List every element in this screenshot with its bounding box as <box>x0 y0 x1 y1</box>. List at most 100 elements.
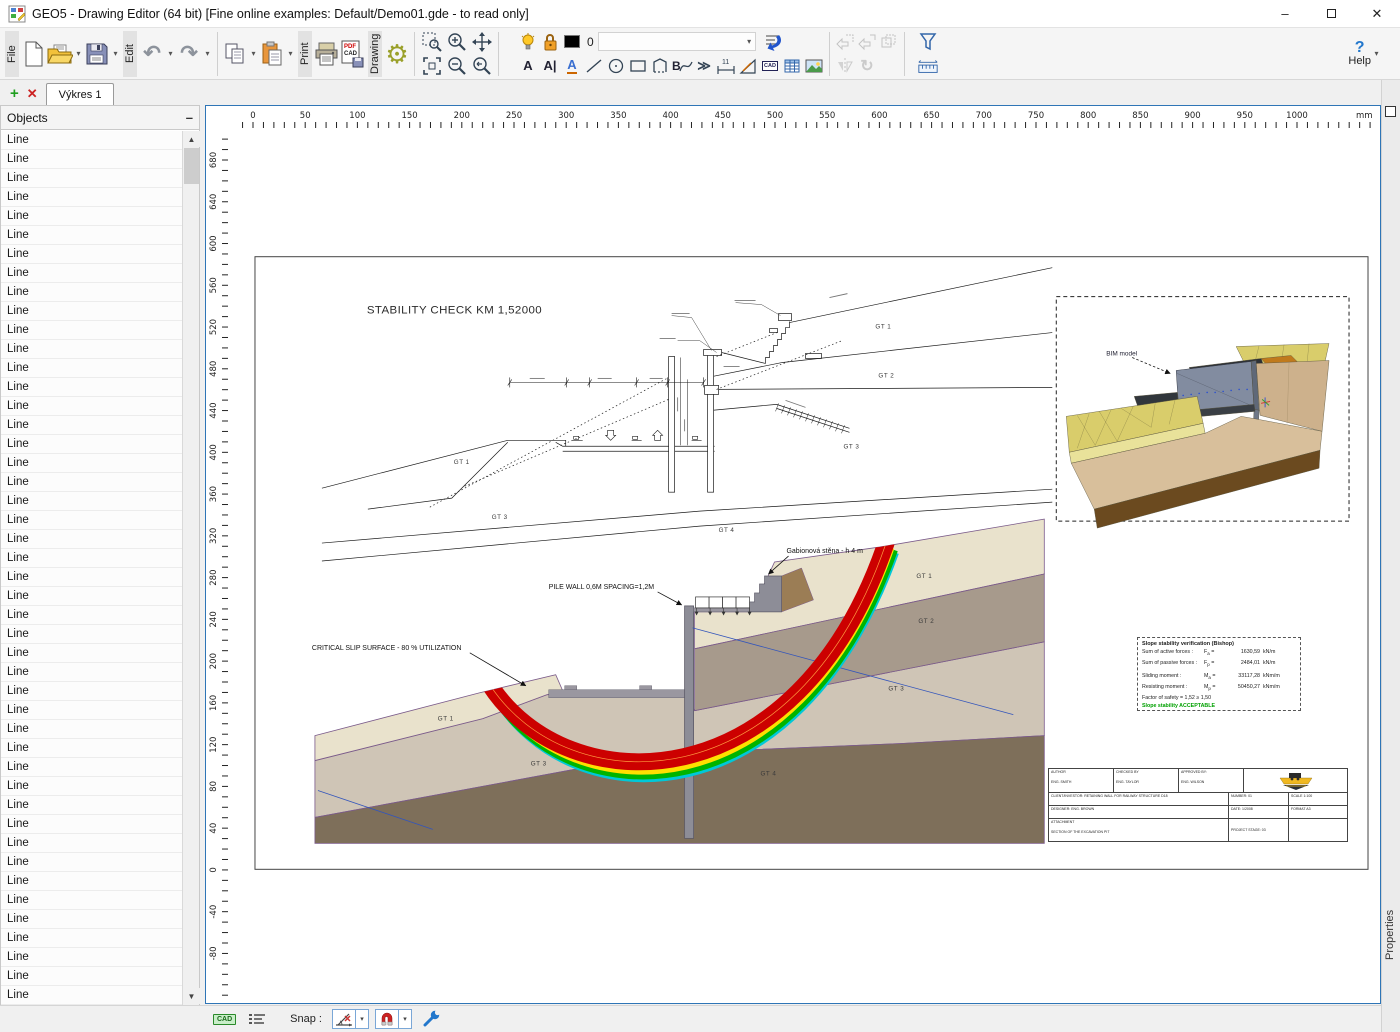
cad-status-icon[interactable]: CAD <box>213 1013 237 1025</box>
line-tool-button[interactable] <box>583 55 605 77</box>
list-item[interactable]: Line <box>1 777 183 796</box>
list-item[interactable]: Line <box>1 815 183 834</box>
list-item[interactable]: Line <box>1 264 183 283</box>
polygon-tool-button[interactable] <box>649 55 671 77</box>
list-item[interactable]: Line <box>1 435 183 454</box>
help-button[interactable]: ? Help <box>1348 40 1371 68</box>
help-dropdown[interactable]: ▾ <box>1371 49 1382 58</box>
maximize-button[interactable] <box>1308 0 1354 28</box>
text-tool-button[interactable]: A <box>517 55 539 77</box>
paste-button[interactable] <box>259 32 285 76</box>
list-item[interactable]: Line <box>1 929 183 948</box>
list-item[interactable]: Line <box>1 967 183 986</box>
save-button[interactable] <box>84 32 110 76</box>
copy-dropdown[interactable]: ▾ <box>248 49 259 58</box>
style-combo-dropdown[interactable]: ▾ <box>744 37 755 46</box>
copy-objects-button[interactable] <box>834 31 856 53</box>
visibility-button[interactable] <box>517 31 539 53</box>
panel-toggle-icon[interactable] <box>1385 106 1396 117</box>
list-item[interactable]: Line <box>1 169 183 188</box>
lock-button[interactable] <box>539 31 561 53</box>
redo-dropdown[interactable]: ▾ <box>202 49 213 58</box>
list-item[interactable]: Line <box>1 131 183 150</box>
list-item[interactable]: Line <box>1 416 183 435</box>
list-item[interactable]: Line <box>1 701 183 720</box>
rotate-button[interactable]: ↻ <box>856 55 878 77</box>
list-item[interactable]: Line <box>1 587 183 606</box>
cad-import-button[interactable]: CAD <box>759 55 781 77</box>
list-item[interactable]: Line <box>1 511 183 530</box>
scrollbar-thumb[interactable] <box>184 148 199 184</box>
color-swatch[interactable] <box>561 31 583 53</box>
list-item[interactable]: Line <box>1 207 183 226</box>
redo-button[interactable]: ↷ <box>176 32 202 76</box>
magnet-snap-button[interactable] <box>374 1009 399 1029</box>
multiline-tool-button[interactable]: ≫ <box>693 55 715 77</box>
list-item[interactable]: Line <box>1 245 183 264</box>
list-item[interactable]: Line <box>1 530 183 549</box>
save-dropdown[interactable]: ▾ <box>110 49 121 58</box>
mirror-button[interactable] <box>834 55 856 77</box>
undo-button[interactable]: ↶ <box>139 32 165 76</box>
array-objects-button[interactable] <box>878 31 900 53</box>
drawing-canvas[interactable]: 0 50 100 150 200 250 300 350 400 450 500 550 600 650 7… <box>205 105 1381 1004</box>
undo-dropdown[interactable]: ▾ <box>165 49 176 58</box>
text-style-tool-button[interactable]: A <box>561 55 583 77</box>
circle-tool-button[interactable] <box>605 55 627 77</box>
filter-button[interactable] <box>917 31 939 53</box>
zoom-out-button[interactable] <box>444 55 469 77</box>
print-button[interactable] <box>314 32 340 76</box>
copy-button[interactable] <box>222 32 248 76</box>
add-sheet-button[interactable]: + <box>10 85 19 102</box>
rectangle-tool-button[interactable] <box>627 55 649 77</box>
collapse-panel-button[interactable]: – <box>186 110 193 125</box>
settings-button[interactable]: ⚙ <box>384 32 410 76</box>
list-item[interactable]: Line <box>1 663 183 682</box>
close-sheet-button[interactable]: ✕ <box>27 86 38 102</box>
list-item[interactable]: Line <box>1 834 183 853</box>
list-item[interactable]: Line <box>1 986 183 1005</box>
snap-mode-button[interactable] <box>331 1009 356 1029</box>
magnet-snap-dropdown[interactable]: ▾ <box>398 1009 412 1029</box>
angle-tool-button[interactable] <box>737 55 759 77</box>
text-edit-tool-button[interactable]: A| <box>539 55 561 77</box>
zoom-selection-button[interactable] <box>419 31 444 53</box>
open-file-button[interactable] <box>47 32 73 76</box>
minimize-button[interactable]: – <box>1262 0 1308 28</box>
list-item[interactable]: Line <box>1 606 183 625</box>
list-item[interactable]: Line <box>1 397 183 416</box>
list-item[interactable]: Line <box>1 226 183 245</box>
list-item[interactable]: Line <box>1 796 183 815</box>
list-item[interactable]: Line <box>1 321 183 340</box>
open-dropdown[interactable]: ▾ <box>73 49 84 58</box>
pdf-cad-print-button[interactable]: PDF CAD <box>340 32 366 76</box>
list-item[interactable]: Line <box>1 739 183 758</box>
properties-tab[interactable]: Properties <box>1384 910 1396 960</box>
close-button[interactable]: ✕ <box>1354 0 1400 28</box>
list-item[interactable]: Line <box>1 872 183 891</box>
spline-tool-button[interactable]: B <box>671 55 693 77</box>
list-item[interactable]: Line <box>1 492 183 511</box>
list-item[interactable]: Line <box>1 720 183 739</box>
dimension-tool-button[interactable]: 11 <box>715 55 737 77</box>
image-tool-button[interactable] <box>803 55 825 77</box>
list-item[interactable]: Line <box>1 188 183 207</box>
list-item[interactable]: Line <box>1 454 183 473</box>
list-item[interactable]: Line <box>1 758 183 777</box>
table-tool-button[interactable] <box>781 55 803 77</box>
list-item[interactable]: Line <box>1 625 183 644</box>
snap-mode-dropdown[interactable]: ▾ <box>355 1009 369 1029</box>
list-item[interactable]: Line <box>1 378 183 397</box>
list-item[interactable]: Line <box>1 549 183 568</box>
list-item[interactable]: Line <box>1 891 183 910</box>
list-item[interactable]: Line <box>1 150 183 169</box>
apply-style-button[interactable] <box>762 31 784 53</box>
zoom-in-button[interactable] <box>444 31 469 53</box>
list-item[interactable]: Line <box>1 283 183 302</box>
tab-vykres-1[interactable]: Výkres 1 <box>45 83 115 105</box>
drawing-viewport[interactable]: STABILITY CHECK KM 1,52000 GT 1 GT 2 GT … <box>230 130 1380 1003</box>
pan-button[interactable] <box>469 31 494 53</box>
list-item[interactable]: Line <box>1 853 183 872</box>
list-item[interactable]: Line <box>1 302 183 321</box>
list-item[interactable]: Line <box>1 359 183 378</box>
